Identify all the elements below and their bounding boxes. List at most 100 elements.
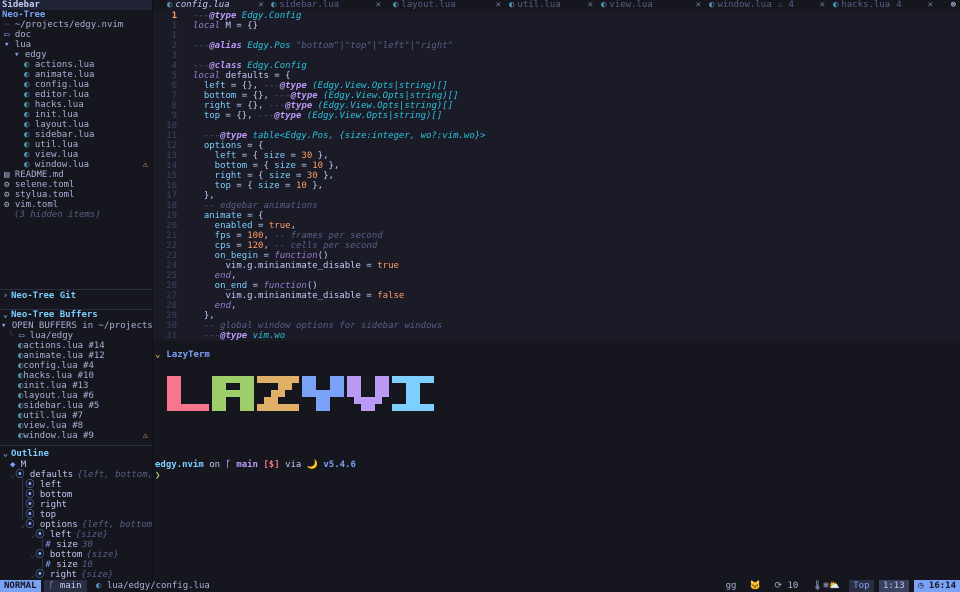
- banner-pixel: [347, 383, 354, 390]
- tab-config[interactable]: ◐ config.lua ✕: [167, 0, 263, 11]
- banner-pixel: [167, 383, 174, 390]
- tab-view[interactable]: ◐ view.lua ✕: [601, 0, 701, 11]
- outline-item[interactable]: │# size 30: [0, 540, 152, 550]
- outline-item[interactable]: │⦿ right: [0, 500, 152, 510]
- tree-item[interactable]: ◐ layout.lua: [0, 120, 152, 130]
- buffers-root[interactable]: ▾ OPEN BUFFERS in ~/projects/: [0, 321, 152, 331]
- buffer-list: ◐actions.lua #14 ◐animate.lua #12 ◐config.…: [0, 341, 152, 441]
- tree-item[interactable]: ◐ hacks.lua: [0, 100, 152, 110]
- tree-item[interactable]: ▤ README.md: [0, 170, 152, 180]
- tree-item[interactable]: ◐ animate.lua: [0, 70, 152, 80]
- banner-letter: [257, 376, 299, 411]
- tree-item[interactable]: ◐ util.lua: [0, 140, 152, 150]
- code-token: -- edgebar animations: [193, 201, 318, 211]
- tree-item[interactable]: ◐ editor.lua: [0, 90, 152, 100]
- code-token: ---: [193, 61, 210, 71]
- outline-item[interactable]: │⦿ left: [0, 480, 152, 490]
- tree-item[interactable]: ◐ window.lua ⚠: [0, 160, 152, 170]
- code-token: M = {}: [220, 21, 259, 31]
- buffer-item[interactable]: ◐hacks.lua #10: [0, 371, 152, 381]
- outline-item[interactable]: ⌄⦿ bottom {size}: [0, 550, 152, 560]
- banner-pixel: [413, 404, 420, 411]
- code-token: right: [193, 171, 242, 181]
- banner-pixel: [167, 397, 174, 404]
- tree-item[interactable]: ◐ sidebar.lua: [0, 130, 152, 140]
- tree-item[interactable]: ⚙ stylua.toml: [0, 190, 152, 200]
- code-line: end,: [193, 271, 237, 281]
- outline-item[interactable]: ◆ M: [0, 460, 152, 470]
- outline-item[interactable]: ⌄⦿ left {size}: [0, 530, 152, 540]
- close-icon[interactable]: ✕: [696, 0, 701, 10]
- outline-item[interactable]: ⌄⦿ defaults {left, bottom,: [0, 470, 152, 480]
- close-icon[interactable]: ✕: [820, 0, 825, 10]
- buffer-item[interactable]: ◐init.lua #13: [0, 381, 152, 391]
- tree-item-label: animate.lua: [34, 70, 95, 80]
- tab-layout[interactable]: ◐ layout.lua ✕: [393, 0, 501, 11]
- buffer-item[interactable]: ◐animate.lua #12: [0, 351, 152, 361]
- tree-item[interactable]: ◐ config.lua: [0, 80, 152, 90]
- buffers-folder[interactable]: └ ▭ lua/edgy: [0, 331, 152, 341]
- close-icon[interactable]: ✕: [496, 0, 501, 10]
- tab-sidebar[interactable]: ◐ sidebar.lua ✕: [271, 0, 381, 11]
- tabline-close-icon[interactable]: ⊗: [951, 0, 956, 10]
- code-token: = {: [241, 141, 264, 151]
- banner-pixel: [212, 404, 219, 411]
- lua-file-icon: ◐: [24, 70, 35, 80]
- tree-item[interactable]: ⚙ vim.toml: [0, 200, 152, 210]
- statusline-position: 1:13: [878, 580, 909, 592]
- tree-root[interactable]: ~ ~/projects/edgy.nvim: [0, 20, 152, 30]
- code-token: vim.g.minianimate_disable =: [193, 291, 378, 301]
- outline-item[interactable]: ⌄⦿ right {size}: [0, 570, 152, 580]
- banner-pixel: [406, 397, 413, 404]
- code-token: true: [268, 221, 291, 231]
- tree-item[interactable]: ◐ actions.lua: [0, 60, 152, 70]
- line-number: 9: [171, 111, 177, 121]
- tab-util[interactable]: ◐ util.lua ✕: [509, 0, 593, 11]
- buffer-item[interactable]: ◐layout.lua #6: [0, 391, 152, 401]
- buffer-item-label: actions.lua #14: [23, 341, 105, 351]
- tree-item-label: actions.lua: [34, 60, 95, 70]
- outline-item[interactable]: │# size 10: [0, 560, 152, 570]
- tree-item[interactable]: ▭ doc: [0, 30, 152, 40]
- lazyterm-panel[interactable]: ⌄ LazyTerm edgy.nvim on ᚴ main [$] via 🌙 …: [153, 341, 960, 580]
- tab-hacks[interactable]: ◐ hacks.lua 4 ✕: [833, 0, 933, 11]
- code-line: right = {}, ---@type (Edgy.View.Opts|str…: [193, 101, 453, 111]
- outline-section-header[interactable]: ⌄ Outline: [0, 449, 152, 460]
- code-token: function: [274, 251, 318, 261]
- code-token: },: [317, 171, 334, 181]
- terminal-header[interactable]: ⌄ LazyTerm: [153, 350, 210, 361]
- close-icon[interactable]: ✕: [928, 0, 933, 10]
- tab-window[interactable]: ◐ window.lua ⚠ 4 ✕: [709, 0, 825, 11]
- symbol-icon: #: [45, 540, 57, 550]
- outline-item[interactable]: │⦿ bottom: [0, 490, 152, 500]
- code-token: @type: [285, 101, 313, 111]
- buffer-item[interactable]: ◐sidebar.lua #5: [0, 401, 152, 411]
- buffer-item[interactable]: ◐util.lua #7: [0, 411, 152, 421]
- git-section-header[interactable]: › Neo-Tree Git: [0, 291, 152, 302]
- buffer-item[interactable]: ◐config.lua #4: [0, 361, 152, 371]
- line-number: 2: [171, 41, 177, 51]
- banner-pixel: [285, 383, 292, 390]
- tree-item[interactable]: ◐ view.lua: [0, 150, 152, 160]
- code-token: local: [193, 21, 221, 31]
- outline-item[interactable]: │⦿ top: [0, 510, 152, 520]
- tree-item[interactable]: ⚙ selene.toml: [0, 180, 152, 190]
- close-icon[interactable]: ✕: [588, 0, 593, 10]
- outline-item[interactable]: ⌄⦿ options {left, bottom,: [0, 520, 152, 530]
- buffer-item[interactable]: ◐actions.lua #14: [0, 341, 152, 351]
- tree-item[interactable]: ▾ edgy: [0, 50, 152, 60]
- close-icon[interactable]: ✕: [258, 0, 263, 10]
- tree-item[interactable]: ◐ init.lua: [0, 110, 152, 120]
- buffer-item[interactable]: ◐window.lua #9 ⚠: [0, 431, 152, 441]
- banner-pixel: [167, 390, 174, 397]
- code-editor[interactable]: 1 ---@type Edgy.Config 1 local M = {} 1 2 ---@…: [153, 11, 960, 341]
- close-icon[interactable]: ✕: [376, 0, 381, 10]
- buffer-item-label: window.lua #9: [23, 431, 94, 441]
- tree-item[interactable]: ▾ lua: [0, 40, 152, 50]
- banner-pixel: [413, 376, 420, 383]
- code-token: @type: [279, 81, 307, 91]
- banner-pixel: [347, 376, 354, 383]
- buffer-item[interactable]: ◐view.lua #8: [0, 421, 152, 431]
- neo-tree-git-panel: › Neo-Tree Git: [0, 290, 152, 310]
- buffers-section-header[interactable]: ⌄ Neo-Tree Buffers: [0, 310, 152, 321]
